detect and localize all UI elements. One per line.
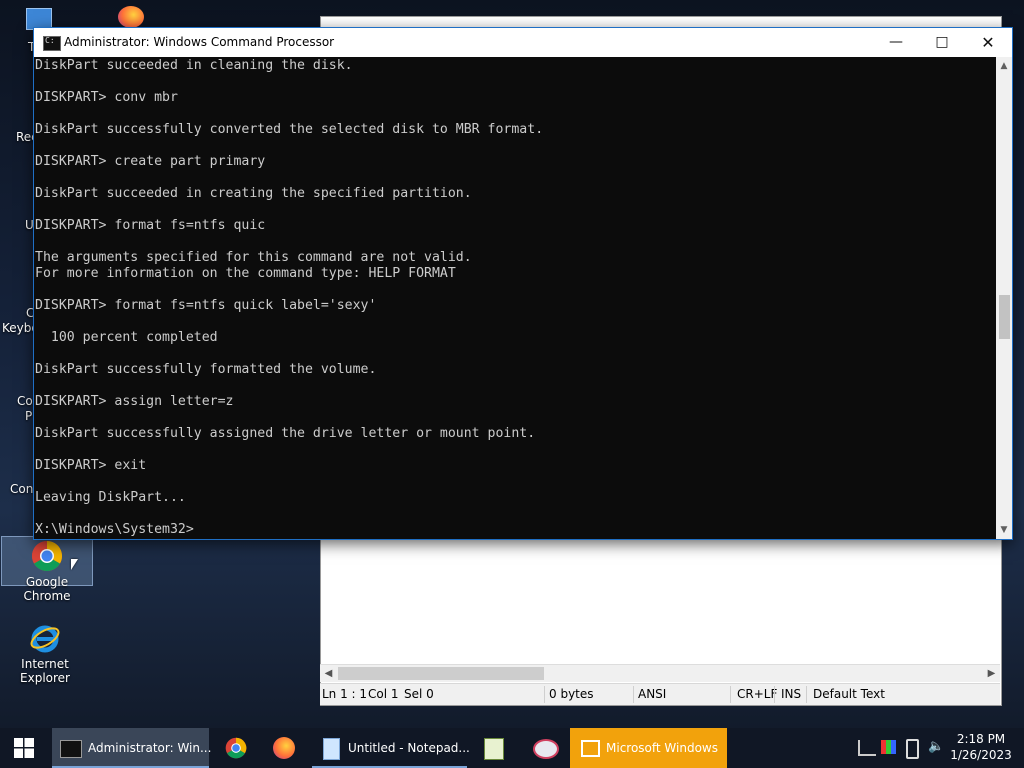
mouse-pointer-icon [71, 559, 78, 570]
status-text-style: Default Text [813, 687, 885, 701]
start-button[interactable] [0, 728, 48, 768]
status-line-endings: CR+LF [737, 687, 778, 701]
notepad-horizontal-scrollbar[interactable]: ◀ ▶ [320, 664, 1000, 682]
status-divider [730, 686, 731, 703]
scroll-down-arrow-icon[interactable]: ▼ [996, 522, 1012, 538]
display-icon[interactable] [881, 740, 896, 754]
status-divider [774, 686, 775, 703]
taskbar-button-notepad[interactable]: Untitled - Notepad... [312, 728, 470, 768]
status-column: Col 1 [368, 687, 399, 701]
chrome-icon [31, 540, 63, 572]
taskbar-button-label: Microsoft Windows [606, 741, 718, 755]
taskbar-button-chrome[interactable] [214, 728, 258, 768]
status-divider [633, 686, 634, 703]
status-file-size: 0 bytes [549, 687, 594, 701]
status-divider [544, 686, 545, 703]
console-line: DiskPart succeeded in cleaning the disk. [35, 58, 353, 73]
console-line: DiskPart successfully formatted the volu… [35, 362, 377, 377]
taskbar-button-label: Administrator: Win... [88, 741, 212, 755]
console-line: DiskPart succeeded in creating the speci… [35, 186, 472, 201]
taskbar-button-command-prompt[interactable]: Administrator: Win... [52, 728, 212, 768]
console-line: X:\Windows\System32> [35, 522, 194, 537]
clock-time: 2:18 PM [956, 732, 1006, 746]
internet-explorer-icon [29, 622, 61, 654]
taskbar-button-image-editor[interactable] [472, 728, 516, 768]
image-editor-icon [484, 738, 504, 760]
console-line: The arguments specified for this command… [35, 250, 472, 265]
notepad-status-bar: Ln 1 : 1 Col 1 Sel 0 0 bytes ANSI CR+LF … [320, 683, 1000, 705]
console-line: 100 percent completed [35, 330, 218, 345]
taskbar-button-firefox[interactable] [262, 728, 306, 768]
desktop-icon-label: Google Chrome [23, 575, 71, 603]
firefox-icon [273, 737, 295, 759]
command-prompt-window[interactable]: Administrator: Windows Command Processor… [33, 27, 1013, 540]
desktop-icon-internet-explorer[interactable]: Internet Explorer [0, 622, 90, 685]
desktop-icon-label: Internet Explorer [20, 657, 70, 685]
status-encoding: ANSI [638, 687, 667, 701]
taskbar-button-microsoft-windows[interactable]: Microsoft Windows [570, 728, 727, 768]
console-line: Leaving DiskPart... [35, 490, 186, 505]
desktop-label-partial-7: P [25, 409, 33, 423]
system-clock[interactable]: 2:18 PM 1/26/2023 [946, 731, 1016, 763]
console-line: For more information on the command type… [35, 266, 456, 281]
status-line-position: Ln 1 : 1 [322, 687, 368, 701]
maximize-button[interactable]: □ [919, 28, 965, 57]
window-title: Administrator: Windows Command Processor [64, 35, 335, 49]
paint-icon [533, 739, 559, 759]
console-line: DISKPART> format fs=ntfs quick label='se… [35, 298, 377, 313]
title-bar[interactable]: Administrator: Windows Command Processor… [34, 28, 1012, 57]
console-line: DISKPART> assign letter=z [35, 394, 234, 409]
desktop-icon-google-chrome[interactable]: Google Chrome [1, 536, 93, 603]
scrollbar-thumb[interactable] [338, 667, 544, 680]
status-selection: Sel 0 [404, 687, 434, 701]
cmd-icon [60, 740, 82, 758]
taskbar-button-paint[interactable] [522, 728, 566, 768]
console-output[interactable]: DiskPart succeeded in cleaning the disk.… [34, 57, 996, 539]
console-line: DISKPART> conv mbr [35, 90, 178, 105]
clock-date: 1/26/2023 [950, 748, 1012, 762]
status-divider [806, 686, 807, 703]
console-line: DISKPART> create part primary [35, 154, 266, 169]
desktop-icon-firefox[interactable] [118, 6, 158, 28]
desktop-label-partial-8: Con [10, 482, 34, 496]
window-list-icon [581, 740, 600, 757]
chrome-icon [225, 737, 247, 759]
minimize-button[interactable]: — [873, 28, 919, 57]
status-insert-mode: INS [781, 687, 802, 701]
network-icon[interactable] [858, 740, 876, 756]
scrollbar-thumb[interactable] [999, 295, 1010, 339]
usb-drive-icon[interactable] [906, 739, 919, 759]
console-line: DISKPART> format fs=ntfs quic [35, 218, 266, 233]
scroll-left-arrow-icon[interactable]: ◀ [320, 665, 337, 682]
taskbar: Administrator: Win... Untitled - Notepad… [0, 728, 1024, 768]
firefox-icon [118, 6, 144, 28]
close-button[interactable]: ✕ [965, 28, 1011, 57]
notepad-icon [323, 738, 340, 760]
scroll-up-arrow-icon[interactable]: ▲ [996, 58, 1012, 74]
console-line: DiskPart successfully converted the sele… [35, 122, 544, 137]
console-vertical-scrollbar[interactable]: ▲ ▼ [996, 57, 1012, 539]
command-prompt-icon [43, 36, 61, 51]
taskbar-button-label: Untitled - Notepad... [348, 741, 470, 755]
scroll-right-arrow-icon[interactable]: ▶ [983, 665, 1000, 682]
console-line: DiskPart successfully assigned the drive… [35, 426, 536, 441]
console-line: DISKPART> exit [35, 458, 147, 473]
desktop-label-partial-6: Co [17, 394, 33, 408]
windows-logo-icon [14, 738, 34, 758]
notepad-text-area[interactable] [341, 539, 981, 664]
volume-muted-icon[interactable]: 🔈 [928, 739, 946, 755]
